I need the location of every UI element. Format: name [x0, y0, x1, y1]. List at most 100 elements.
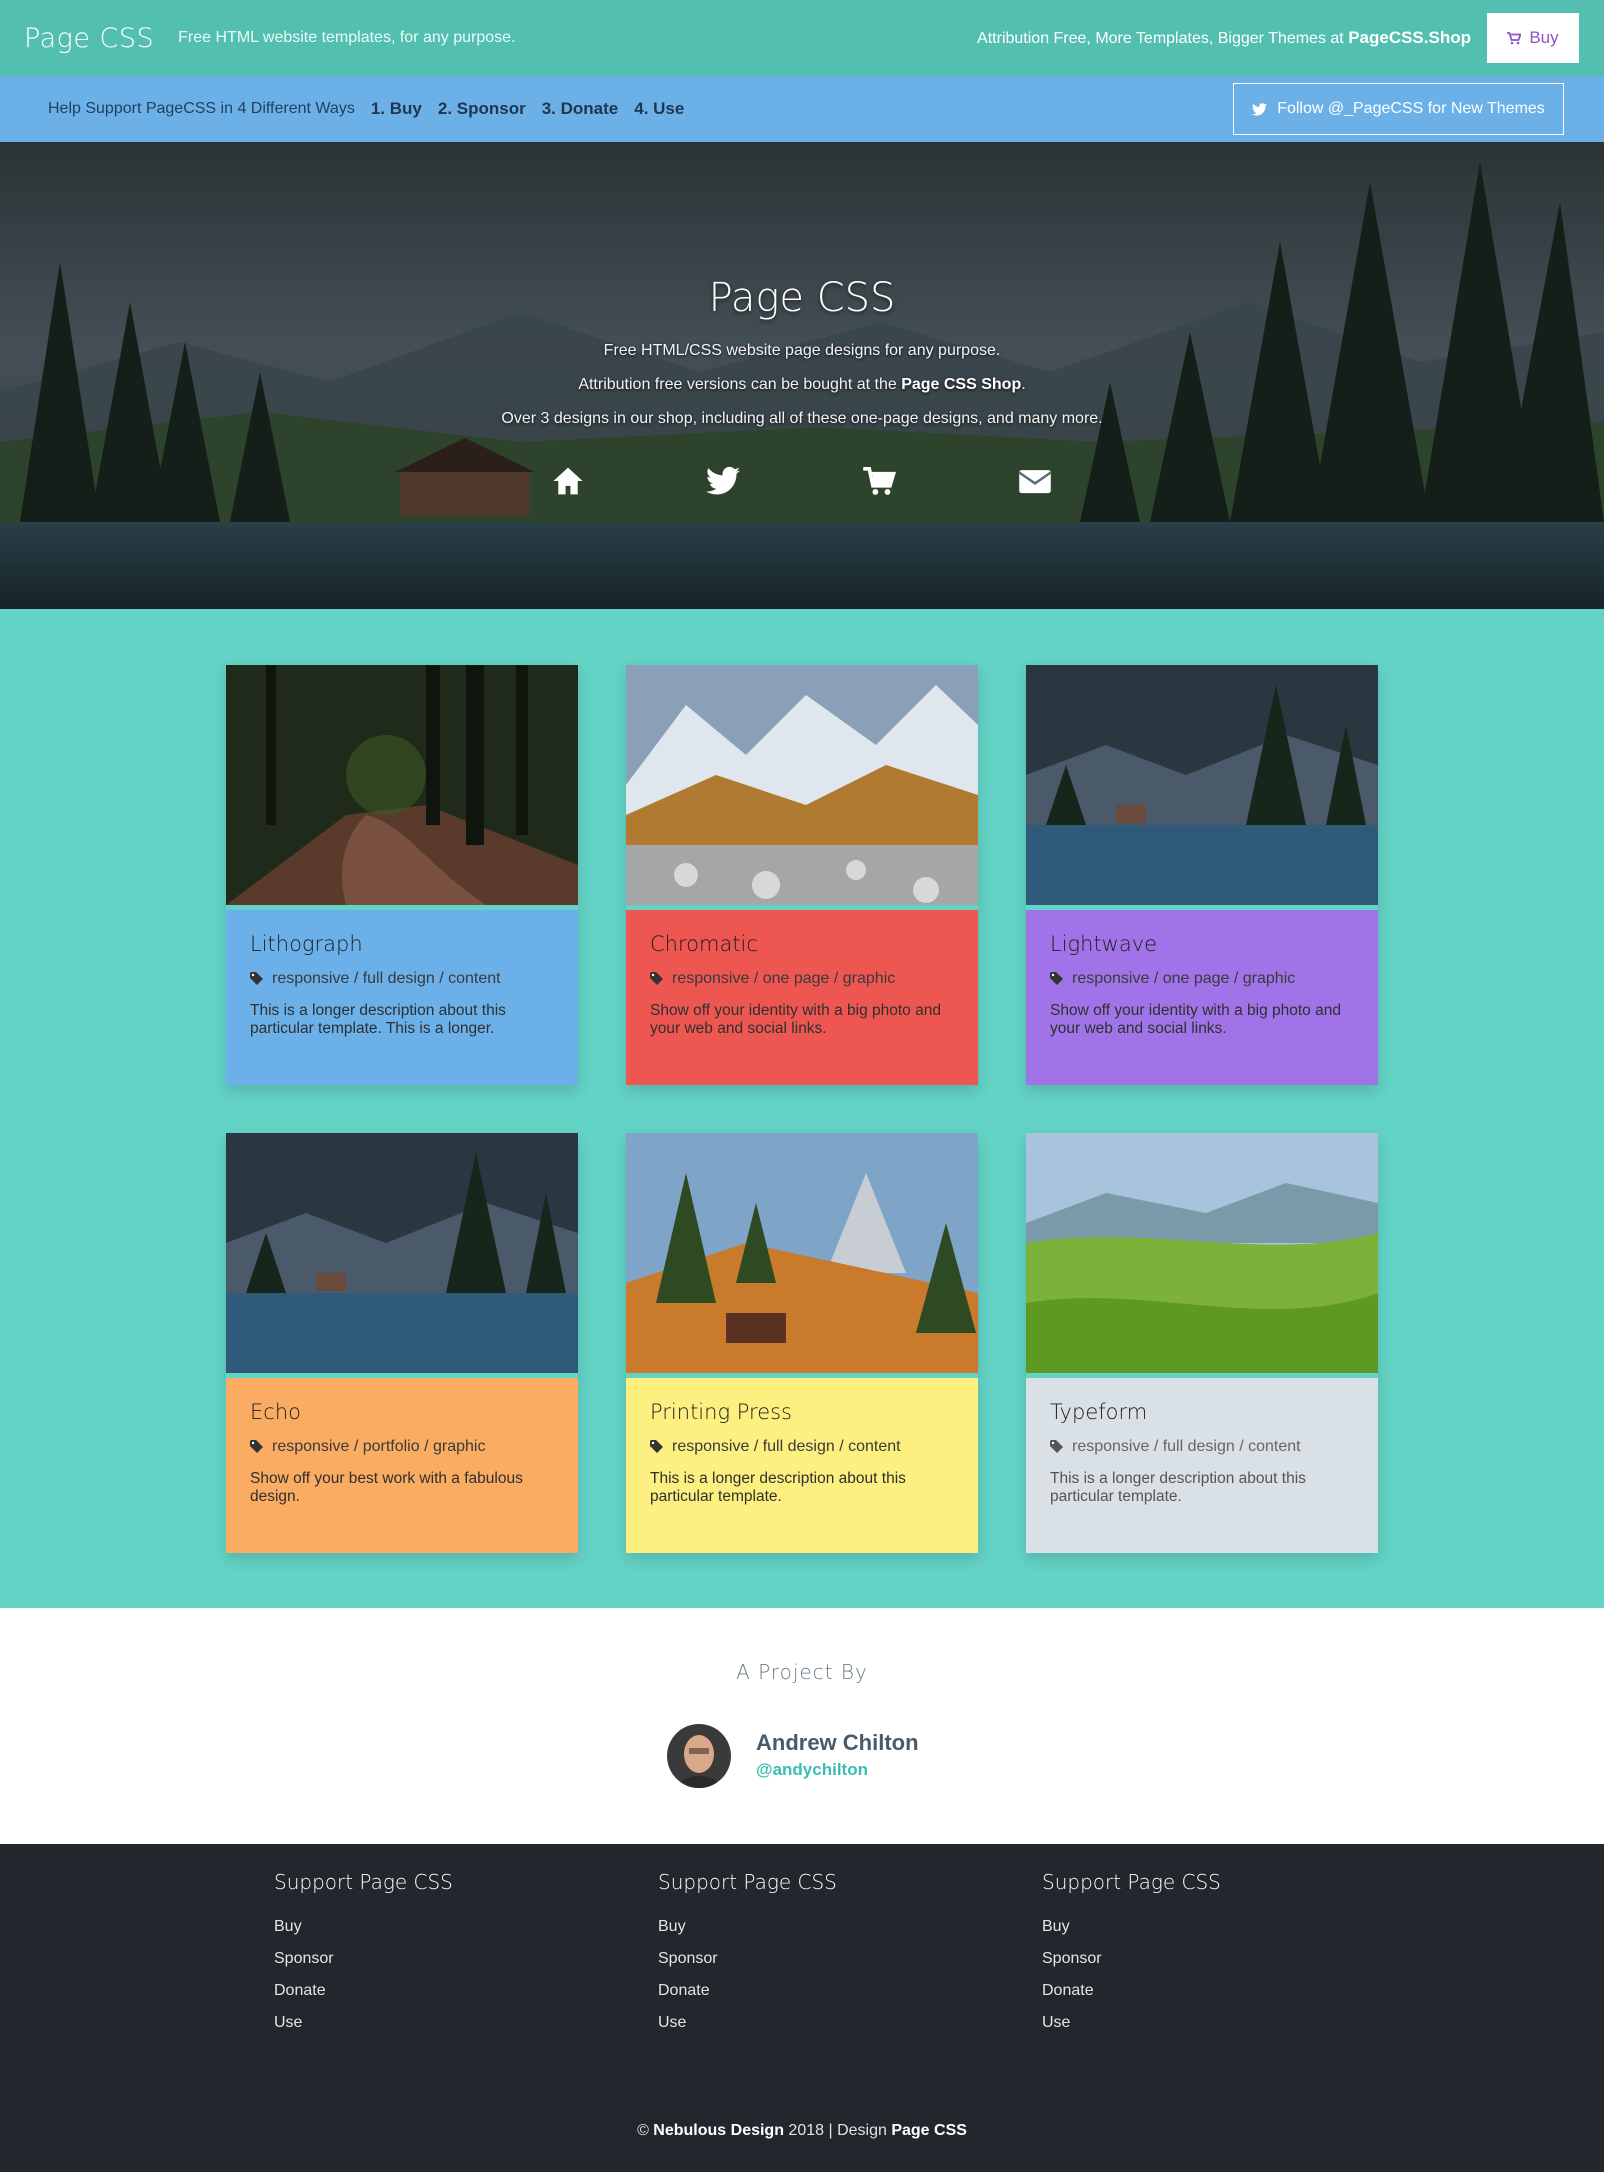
card-tags: responsive / full design / content [650, 1438, 954, 1456]
footer: Support Page CSS Buy Sponsor Donate Use … [0, 1844, 1604, 2172]
card-image-forest-path [226, 665, 578, 905]
support-link-sponsor[interactable]: 2. Sponsor [438, 99, 526, 119]
footer-link-donate[interactable]: Donate [274, 1982, 574, 2000]
card-title: Printing Press [650, 1400, 792, 1424]
twitter-icon [1252, 102, 1268, 115]
tag-icon [1050, 972, 1063, 985]
footer-column: Support Page CSS Buy Sponsor Donate Use [658, 1870, 958, 2046]
hero-banner: Page CSS Free HTML/CSS website page desi… [0, 142, 1604, 609]
site-tagline: Free HTML website templates, for any pur… [178, 29, 516, 46]
follow-twitter-button[interactable]: Follow @_PageCSS for New Themes [1233, 83, 1564, 135]
card-tags-text: responsive / one page / graphic [672, 970, 896, 987]
buy-button-label: Buy [1529, 28, 1559, 47]
card-tags: responsive / full design / content [1050, 1438, 1354, 1456]
card-description: Show off your best work with a fabulous … [250, 1470, 523, 1505]
card-image-lake-trees [226, 1133, 578, 1373]
card-title: Chromatic [650, 932, 758, 956]
footer-column-title: Support Page CSS [1042, 1870, 1221, 1894]
copyright-brand-link[interactable]: Page CSS [891, 2122, 967, 2139]
support-bar: Help Support PageCSS in 4 Different Ways… [0, 76, 1604, 142]
hero-line-1: Free HTML/CSS website page designs for a… [603, 342, 1001, 359]
cart-icon[interactable] [862, 464, 896, 498]
hero-line-2-text: Attribution free versions can be bought … [578, 376, 902, 393]
card-tags-text: responsive / full design / content [672, 1438, 901, 1455]
card-title: Lightwave [1050, 932, 1158, 956]
footer-link-buy[interactable]: Buy [658, 1918, 958, 1936]
card-body: Printing Press responsive / full design … [626, 1378, 978, 1553]
card-body: Lithograph responsive / full design / co… [226, 910, 578, 1085]
buy-button[interactable]: Buy [1487, 13, 1579, 63]
top-right-group: Attribution Free, More Templates, Bigger… [977, 13, 1604, 63]
tag-icon [650, 972, 663, 985]
cart-icon [1507, 31, 1522, 44]
card-body: Lightwave responsive / one page / graphi… [1026, 910, 1378, 1085]
footer-column-title: Support Page CSS [274, 1870, 453, 1894]
footer-link-use[interactable]: Use [658, 2014, 958, 2032]
footer-column: Support Page CSS Buy Sponsor Donate Use [274, 1870, 574, 2046]
card-title: Lithograph [250, 932, 363, 956]
template-card-lithograph[interactable]: Lithograph responsive / full design / co… [226, 665, 578, 1085]
footer-link-sponsor[interactable]: Sponsor [1042, 1950, 1342, 1968]
footer-link-donate[interactable]: Donate [658, 1982, 958, 2000]
hero-line-2-end: . [1021, 376, 1026, 393]
footer-link-buy[interactable]: Buy [1042, 1918, 1342, 1936]
support-link-buy[interactable]: 1. Buy [371, 99, 422, 119]
footer-column-title: Support Page CSS [658, 1870, 837, 1894]
card-tags: responsive / portfolio / graphic [250, 1438, 554, 1456]
card-description: Show off your identity with a big photo … [1050, 1002, 1341, 1037]
tag-icon [250, 972, 263, 985]
brand-logo[interactable]: Page CSS [24, 23, 154, 54]
template-card-printing-press[interactable]: Printing Press responsive / full design … [626, 1133, 978, 1553]
card-tags: responsive / one page / graphic [1050, 970, 1354, 988]
top-bar: Page CSS Free HTML website templates, fo… [0, 0, 1604, 76]
avatar[interactable] [667, 1724, 731, 1788]
template-card-chromatic[interactable]: Chromatic responsive / one page / graphi… [626, 665, 978, 1085]
card-body: Typeform responsive / full design / cont… [1026, 1378, 1378, 1553]
support-link-use[interactable]: 4. Use [634, 99, 684, 119]
hero-line-2: Attribution free versions can be bought … [0, 376, 1604, 394]
copyright-company-link[interactable]: Nebulous Design [653, 2122, 784, 2139]
card-tags-text: responsive / full design / content [1072, 1438, 1301, 1455]
twitter-icon[interactable] [706, 464, 740, 498]
card-title: Typeform [1050, 1400, 1148, 1424]
card-image-green-hills [1026, 1133, 1378, 1373]
promo-label: Attribution Free, More Templates, Bigger… [977, 30, 1349, 47]
tag-icon [250, 1440, 263, 1453]
support-label: Help Support PageCSS in 4 Different Ways [48, 100, 355, 117]
shop-link[interactable]: PageCSS.Shop [1348, 28, 1471, 47]
envelope-icon[interactable] [1018, 464, 1052, 498]
card-description: Show off your identity with a big photo … [650, 1002, 941, 1037]
footer-column: Support Page CSS Buy Sponsor Donate Use [1042, 1870, 1342, 2046]
hero-shop-link[interactable]: Page CSS Shop [901, 376, 1021, 393]
hero-title: Page CSS [708, 275, 896, 321]
card-title: Echo [250, 1400, 301, 1424]
footer-link-sponsor[interactable]: Sponsor [274, 1950, 574, 1968]
footer-link-donate[interactable]: Donate [1042, 1982, 1342, 2000]
hero-icon-row [0, 464, 1604, 504]
author-name[interactable]: Andrew Chilton [756, 1730, 919, 1756]
footer-link-buy[interactable]: Buy [274, 1918, 574, 1936]
home-icon[interactable] [551, 464, 585, 498]
copyright-mid-text: 2018 | Design [783, 2122, 892, 2139]
footer-link-use[interactable]: Use [1042, 2014, 1342, 2032]
card-image-mountain-river [626, 665, 978, 905]
card-description: This is a longer description about this … [650, 1470, 906, 1505]
card-tags-text: responsive / full design / content [272, 970, 501, 987]
support-link-donate[interactable]: 3. Donate [542, 99, 619, 119]
card-body: Echo responsive / portfolio / graphic Sh… [226, 1378, 578, 1553]
footer-link-use[interactable]: Use [274, 2014, 574, 2032]
template-card-echo[interactable]: Echo responsive / portfolio / graphic Sh… [226, 1133, 578, 1553]
card-image-lake-trees [1026, 665, 1378, 905]
promo-text: Attribution Free, More Templates, Bigger… [977, 28, 1471, 48]
copyright-symbol: © [637, 2122, 654, 2139]
card-description: This is a longer description about this … [1050, 1470, 1306, 1505]
project-by-section: A Project By Andrew Chilton @andychilton [0, 1608, 1604, 1844]
project-by-label: A Project By [736, 1660, 868, 1684]
template-card-lightwave[interactable]: Lightwave responsive / one page / graphi… [1026, 665, 1378, 1085]
card-tags-text: responsive / one page / graphic [1072, 970, 1296, 987]
follow-button-label: Follow @_PageCSS for New Themes [1277, 100, 1545, 117]
template-card-typeform[interactable]: Typeform responsive / full design / cont… [1026, 1133, 1378, 1553]
card-image-autumn-cabin [626, 1133, 978, 1373]
author-handle[interactable]: @andychilton [756, 1760, 868, 1780]
footer-link-sponsor[interactable]: Sponsor [658, 1950, 958, 1968]
